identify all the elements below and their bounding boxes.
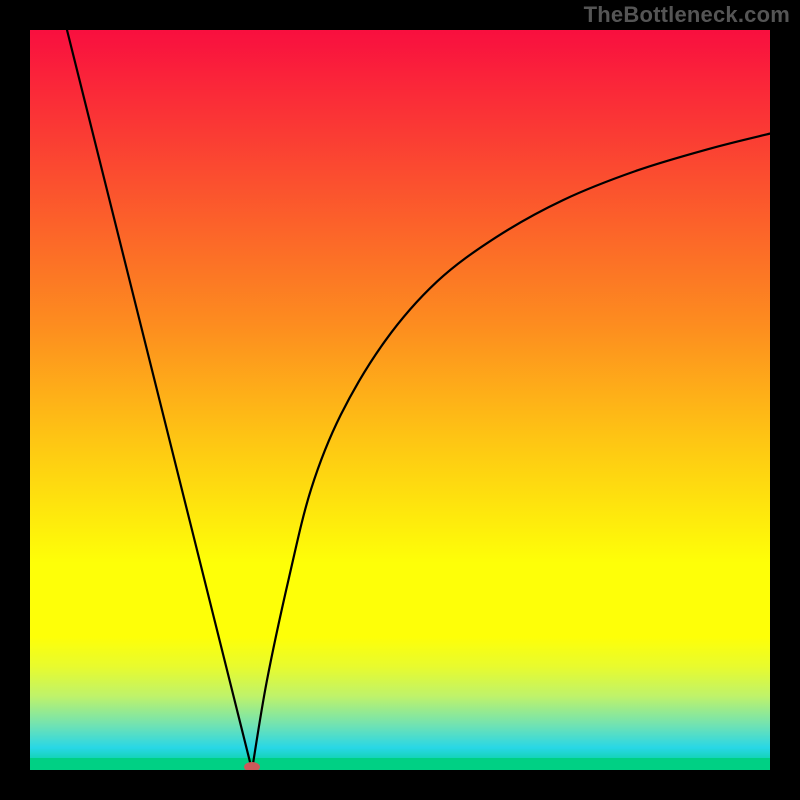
green-baseline xyxy=(30,758,770,770)
gradient-background xyxy=(30,30,770,770)
chart-frame: TheBottleneck.com xyxy=(0,0,800,800)
bottleneck-curve-chart xyxy=(30,30,770,770)
watermark-text: TheBottleneck.com xyxy=(584,2,790,28)
plot-area xyxy=(30,30,770,770)
